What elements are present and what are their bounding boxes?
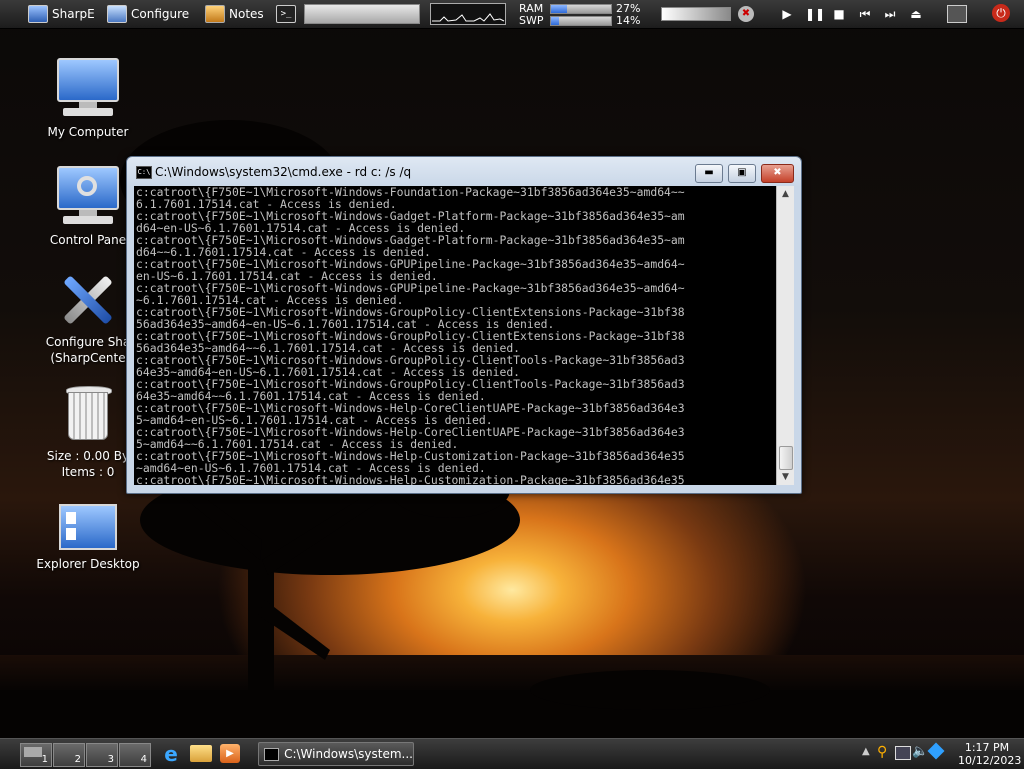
configure-button[interactable]: Configure bbox=[107, 3, 189, 25]
sharpe-label: SharpE bbox=[52, 7, 95, 21]
computer-icon bbox=[57, 58, 119, 118]
virtual-desktop-label: 4 bbox=[140, 754, 147, 765]
ram-meter-fill bbox=[551, 5, 568, 13]
taskbar-item-label: C:\Windows\system... bbox=[284, 747, 413, 761]
recycle-bin-icon bbox=[64, 386, 112, 442]
taskbar-item-cmd[interactable]: C:\Windows\system... bbox=[258, 742, 414, 766]
tray-app-icon[interactable] bbox=[927, 742, 945, 760]
console-output[interactable]: c:catroot\{F750E~1\Microsoft-Windows-Fou… bbox=[134, 186, 776, 485]
terminal-button[interactable]: >_ bbox=[276, 3, 296, 25]
desktop-thumbnail bbox=[24, 747, 42, 757]
desktop-icon-label: Explorer Desktop bbox=[36, 557, 140, 571]
explorer-desktop-icon bbox=[59, 504, 117, 550]
minimize-button[interactable]: ▬ bbox=[695, 164, 723, 183]
windows-switch-icon[interactable] bbox=[947, 5, 967, 23]
search-icon[interactable]: ⚲ bbox=[877, 744, 887, 760]
file-explorer-icon[interactable] bbox=[190, 745, 212, 762]
next-icon[interactable]: ⏭ bbox=[882, 6, 898, 22]
clock[interactable]: 1:17 PM 10/12/2023 bbox=[958, 741, 1022, 767]
window-title: C:\Windows\system32\cmd.exe - rd c: /s /… bbox=[155, 165, 412, 179]
clock-date: 10/12/2023 bbox=[958, 754, 1022, 767]
tools-icon bbox=[59, 270, 117, 328]
swp-label: SWP bbox=[519, 14, 544, 27]
virtual-desktop-4[interactable]: 4 bbox=[119, 743, 151, 767]
scrollbar-thumb[interactable] bbox=[779, 446, 793, 470]
tray-expand-icon[interactable]: ▲ bbox=[862, 746, 870, 757]
control-panel-icon bbox=[57, 166, 119, 226]
eject-icon[interactable]: ⏏ bbox=[908, 6, 924, 22]
volume-icon[interactable]: 🔈 bbox=[912, 744, 928, 759]
cpu-graph bbox=[430, 3, 506, 25]
terminal-icon: >_ bbox=[276, 5, 296, 23]
cmd-taskbar-icon bbox=[264, 747, 280, 761]
swp-meter-fill bbox=[551, 17, 560, 25]
top-panel: SharpE Configure Notes >_ RAM 27% SWP 14… bbox=[0, 0, 1024, 29]
virtual-desktop-label: 3 bbox=[107, 754, 114, 765]
pause-icon[interactable]: ❚❚ bbox=[805, 6, 825, 22]
swp-meter bbox=[550, 16, 612, 26]
notes-icon bbox=[205, 5, 225, 23]
virtual-desktop-2[interactable]: 2 bbox=[53, 743, 85, 767]
close-icon: ✖ bbox=[773, 167, 782, 178]
media-player-icon[interactable]: ▶ bbox=[220, 744, 240, 763]
scroll-up-icon[interactable]: ▲ bbox=[777, 186, 794, 202]
sharpe-menu-button[interactable]: SharpE bbox=[28, 3, 95, 25]
configure-label: Configure bbox=[131, 7, 190, 21]
sharpe-icon bbox=[28, 5, 48, 23]
power-icon[interactable]: ⏻ bbox=[992, 4, 1010, 22]
cmd-window[interactable]: C:\ C:\Windows\system32\cmd.exe - rd c: … bbox=[126, 156, 802, 494]
virtual-desktop-label: 1 bbox=[41, 754, 48, 765]
stop-icon[interactable]: ■ bbox=[831, 6, 847, 22]
close-button[interactable]: ✖ bbox=[761, 164, 794, 183]
volume-slider[interactable] bbox=[661, 7, 731, 21]
virtual-desktop-label: 2 bbox=[74, 754, 81, 765]
virtual-desktop-1[interactable]: 1 bbox=[20, 743, 52, 767]
console-line: c:catroot\{F750E~1\Microsoft-Windows-Hel… bbox=[136, 473, 685, 485]
swp-percent: 14% bbox=[616, 14, 641, 27]
internet-explorer-icon[interactable]: e bbox=[160, 743, 182, 765]
previous-icon[interactable]: ⏮ bbox=[857, 6, 873, 22]
maximize-button[interactable]: ▣ bbox=[728, 164, 756, 183]
scroll-down-icon[interactable]: ▼ bbox=[777, 469, 794, 485]
maximize-icon: ▣ bbox=[737, 167, 747, 178]
taskbar: 1 2 3 4 e ▶ C:\Windows\system... ▲ ⚲ 🔈 1… bbox=[0, 738, 1024, 769]
play-icon[interactable]: ▶ bbox=[779, 6, 795, 22]
clock-time: 1:17 PM bbox=[964, 741, 1010, 754]
configure-icon bbox=[107, 5, 127, 23]
notes-label: Notes bbox=[229, 7, 264, 21]
desktop-icon-label: My Computer bbox=[47, 125, 129, 139]
minimize-icon: ▬ bbox=[704, 167, 714, 178]
desktop-icon-explorer-desktop[interactable]: Explorer Desktop bbox=[28, 504, 148, 572]
mute-icon[interactable]: ✖ bbox=[738, 6, 754, 22]
ram-meter bbox=[550, 4, 612, 14]
cmd-icon: C:\ bbox=[136, 166, 152, 179]
vertical-scrollbar[interactable]: ▲ ▼ bbox=[776, 186, 794, 485]
virtual-desktop-3[interactable]: 3 bbox=[86, 743, 118, 767]
notes-button[interactable]: Notes bbox=[205, 3, 264, 25]
run-input[interactable] bbox=[304, 4, 420, 24]
desktop-icon-my-computer[interactable]: My Computer bbox=[28, 58, 148, 140]
network-icon[interactable] bbox=[895, 746, 911, 760]
